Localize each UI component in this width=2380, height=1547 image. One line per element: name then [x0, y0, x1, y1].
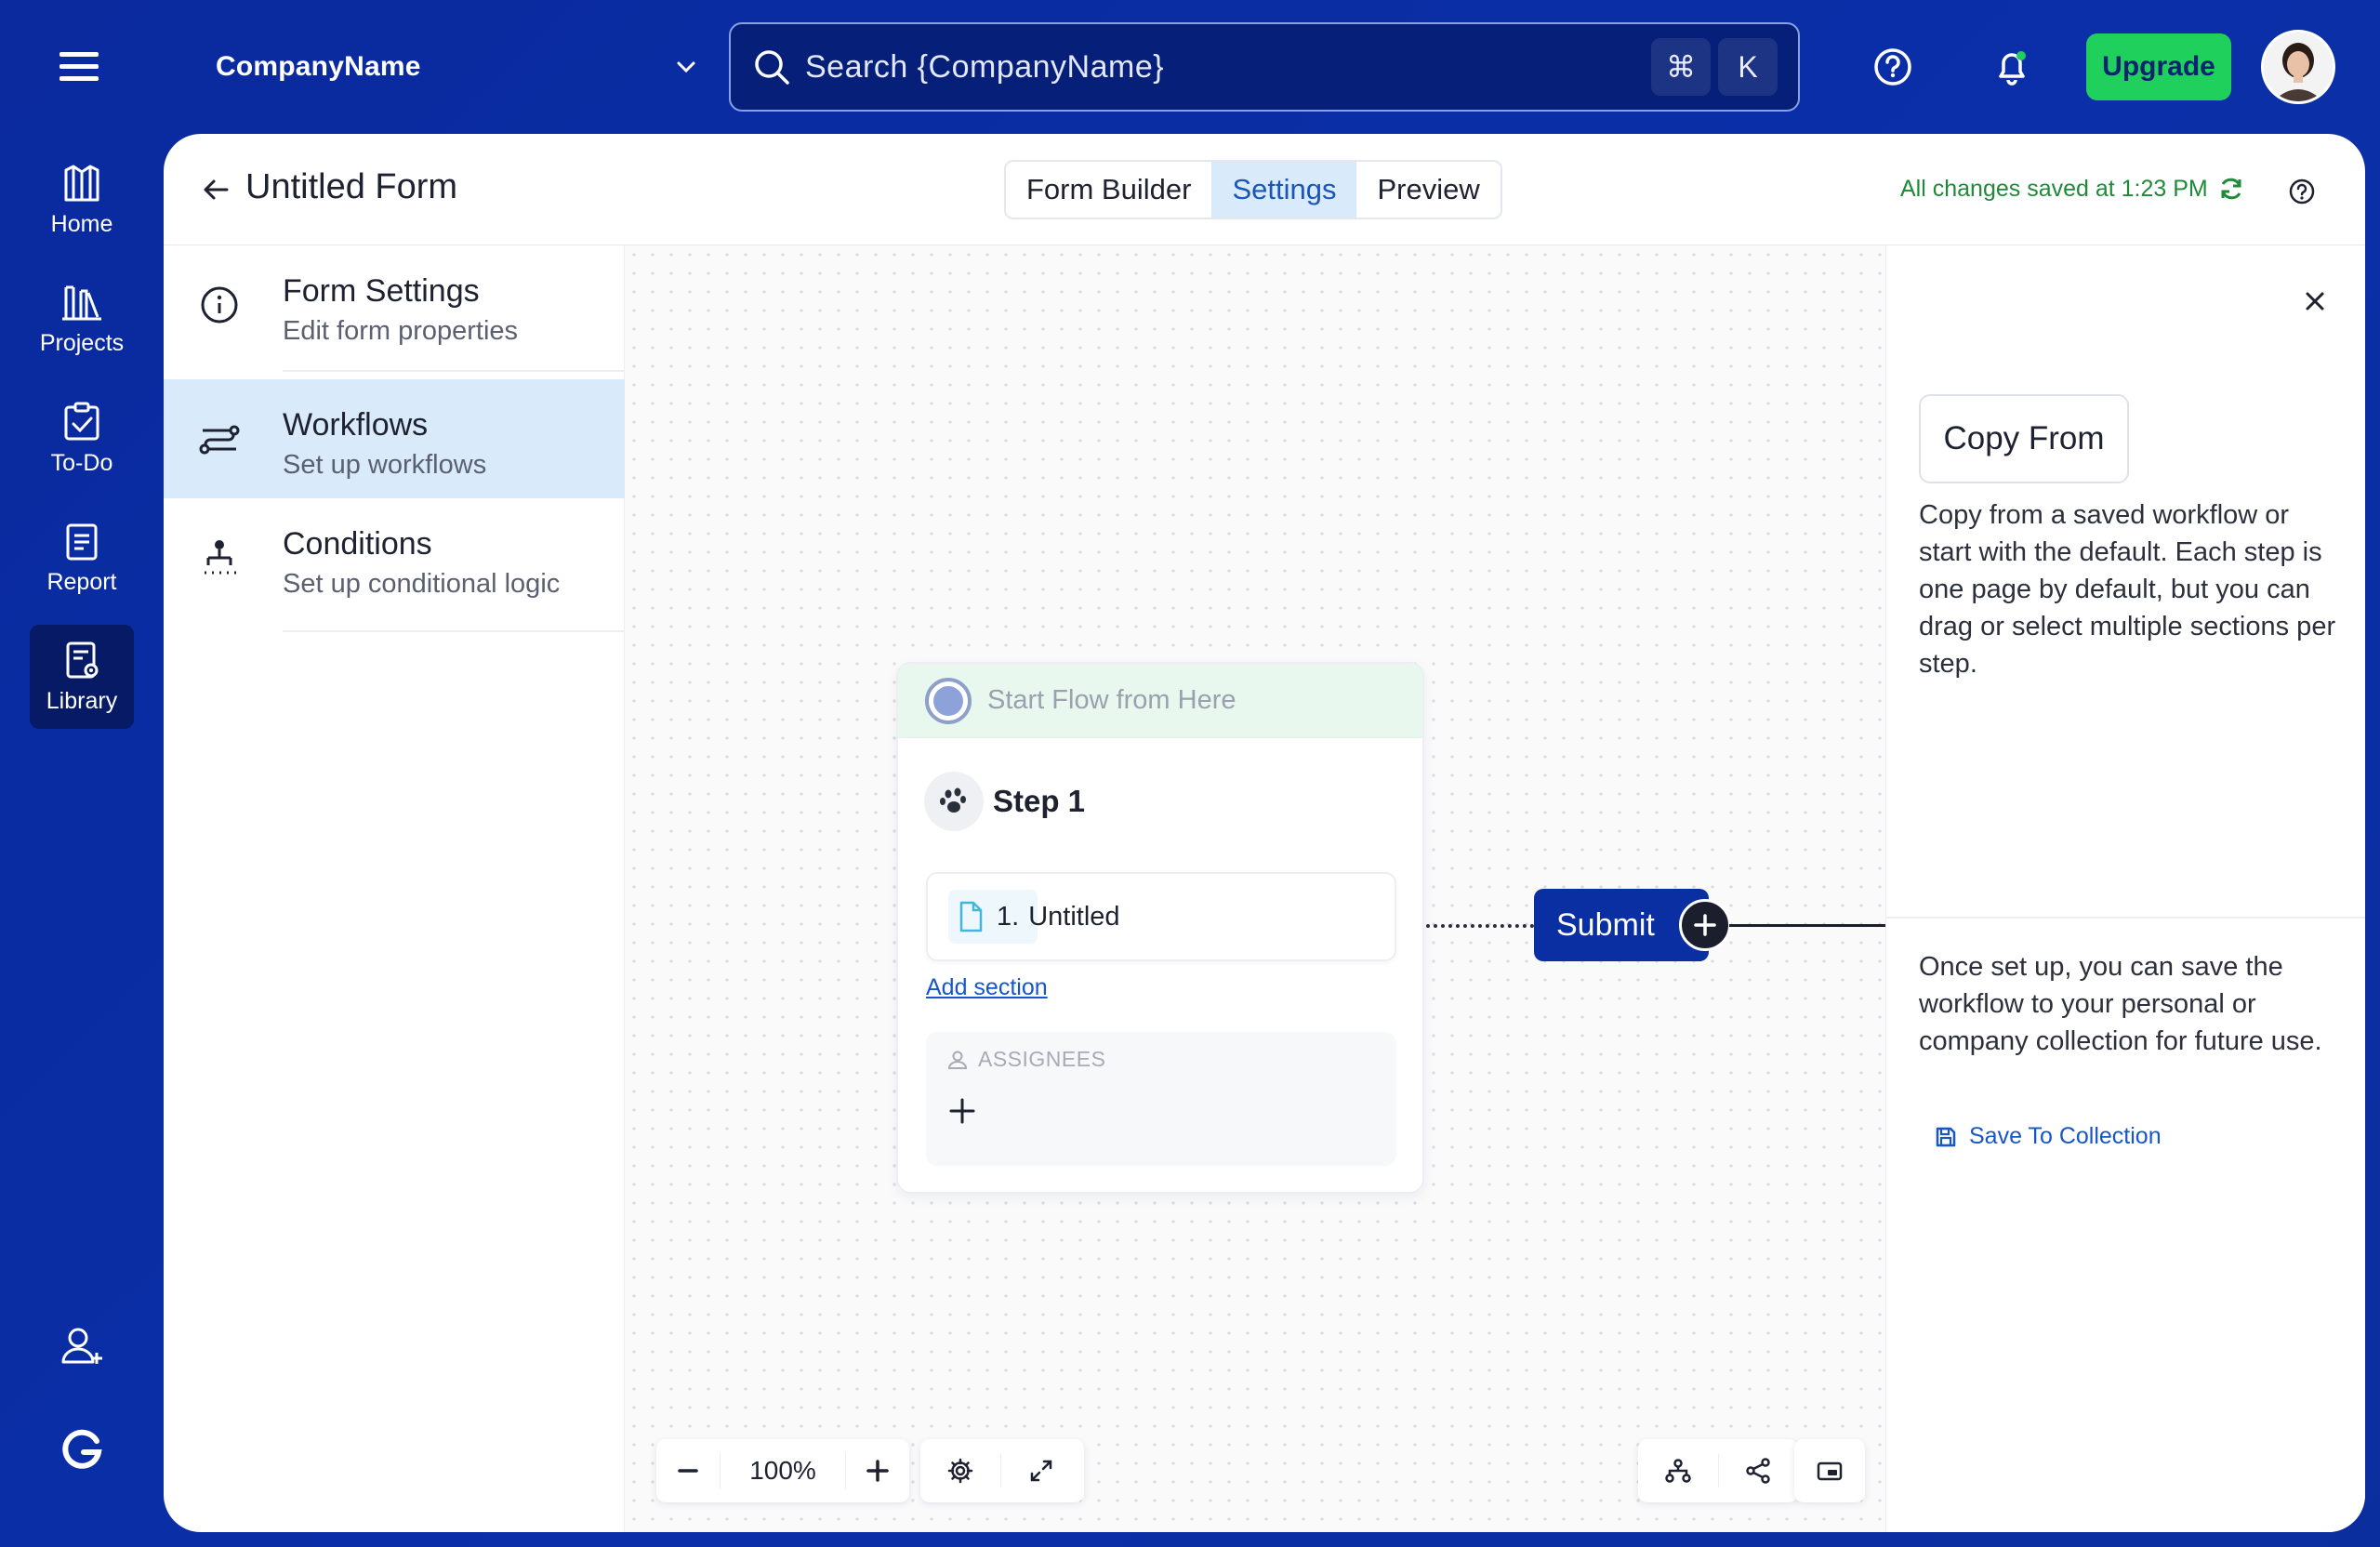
help-icon[interactable]	[1867, 41, 1919, 93]
settings-sidebar: Form Settings Edit form properties Workf…	[164, 245, 625, 1532]
company-selector[interactable]: CompanyName	[216, 45, 699, 89]
divider	[283, 370, 625, 372]
info-icon	[199, 284, 240, 325]
close-icon[interactable]	[2296, 283, 2334, 320]
divider	[283, 630, 625, 632]
chevron-down-icon	[673, 54, 699, 80]
copy-from-button[interactable]: Copy From	[1919, 394, 2129, 483]
start-flow-label: Start Flow from Here	[987, 685, 1236, 715]
company-name: CompanyName	[216, 51, 421, 82]
settings-item-title: Workflows	[283, 407, 429, 443]
step-title: Step 1	[993, 784, 1086, 818]
tab-preview[interactable]: Preview	[1356, 162, 1500, 218]
conditions-icon	[199, 537, 240, 578]
step-card[interactable]: Start Flow from Here Step 1 1. Untitled …	[896, 662, 1424, 1194]
add-step-icon[interactable]	[1679, 899, 1731, 951]
search-icon	[751, 46, 792, 87]
save-icon	[1934, 1125, 1958, 1149]
rail-item-home[interactable]: Home	[30, 149, 134, 253]
search-placeholder: Search {CompanyName}	[805, 48, 1165, 85]
canvas-tools	[920, 1439, 1084, 1502]
zoom-out-icon[interactable]	[656, 1439, 720, 1502]
assignees-label: ASSIGNEES	[978, 1047, 1106, 1071]
save-to-collection-label: Save To Collection	[1969, 1123, 2162, 1149]
tab-settings[interactable]: Settings	[1211, 162, 1357, 218]
step-header: Step 1	[924, 772, 1085, 831]
section-number: 1.	[997, 901, 1020, 932]
g-logo-icon	[30, 1398, 134, 1502]
save-to-collection-link[interactable]: Save To Collection	[1934, 1123, 2162, 1150]
menu-icon[interactable]	[56, 46, 108, 87]
save-status-text: All changes saved at 1:23 PM	[1900, 175, 2208, 202]
rail-item-projects[interactable]: Projects	[30, 268, 134, 372]
add-section-link[interactable]: Add section	[926, 974, 1048, 1001]
minimap-icon[interactable]	[1794, 1439, 1865, 1502]
main-card: Untitled Form Form Builder Settings Prev…	[164, 134, 2365, 1532]
save-status: All changes saved at 1:23 PM	[1900, 175, 2245, 203]
help-icon[interactable]	[2287, 177, 2317, 206]
avatar[interactable]	[2261, 30, 2335, 104]
document-icon	[948, 890, 1038, 944]
search-bar[interactable]: Search {CompanyName} ⌘ K	[729, 22, 1800, 112]
section-item[interactable]: 1. Untitled	[926, 872, 1396, 961]
assignees-header: ASSIGNEES	[946, 1047, 1105, 1072]
form-header: Untitled Form Form Builder Settings Prev…	[164, 134, 2365, 245]
add-user-icon[interactable]	[30, 1294, 134, 1398]
rail-label: Home	[50, 210, 113, 237]
assignees-box: ASSIGNEES	[926, 1032, 1396, 1166]
refresh-icon[interactable]	[2217, 175, 2245, 203]
zoom-in-icon[interactable]	[846, 1439, 909, 1502]
shortcut-key: K	[1718, 38, 1778, 96]
tab-form-builder[interactable]: Form Builder	[1006, 162, 1211, 218]
workflow-icon	[199, 418, 240, 459]
top-bar: CompanyName Search {CompanyName} ⌘ K Upg…	[0, 0, 2380, 134]
settings-item-subtitle: Set up conditional logic	[283, 569, 561, 599]
add-assignee-icon[interactable]	[946, 1095, 978, 1127]
home-icon	[60, 165, 103, 204]
start-flow-header[interactable]: Start Flow from Here	[898, 664, 1422, 738]
bell-icon[interactable]	[1986, 41, 2038, 93]
shortcut-modifier-key: ⌘	[1651, 38, 1711, 96]
settings-item-title: Conditions	[283, 526, 432, 562]
rail-label: Library	[46, 687, 118, 714]
save-description: Once set up, you can save the workflow t…	[1919, 952, 2322, 1056]
rail-item-todo[interactable]: To-Do	[30, 387, 134, 491]
library-icon	[60, 640, 103, 681]
projects-icon	[60, 284, 103, 323]
share-nodes-icon[interactable]	[1719, 1439, 1799, 1502]
minimap-toggle	[1794, 1439, 1865, 1502]
report-icon	[60, 521, 103, 562]
settings-item-conditions[interactable]: Conditions Set up conditional logic	[164, 498, 625, 617]
page-title: Untitled Form	[245, 167, 458, 206]
layout-tools	[1638, 1439, 1798, 1502]
settings-item-workflows[interactable]: Workflows Set up workflows	[164, 379, 625, 498]
back-arrow-icon[interactable]	[197, 171, 234, 208]
expand-icon[interactable]	[1001, 1439, 1081, 1502]
start-node-icon	[924, 677, 972, 725]
settings-item-form-settings[interactable]: Form Settings Edit form properties	[164, 245, 625, 364]
rail-label: To-Do	[50, 449, 113, 476]
rail-label: Report	[46, 568, 117, 595]
gear-icon[interactable]	[920, 1439, 1000, 1502]
divider	[1885, 917, 2365, 919]
view-tabs: Form Builder Settings Preview	[1004, 160, 1502, 219]
rail-item-report[interactable]: Report	[30, 506, 134, 610]
todo-icon	[60, 402, 103, 443]
rail-label: Projects	[39, 329, 125, 356]
rail-item-library[interactable]: Library	[30, 625, 134, 729]
settings-item-subtitle: Set up workflows	[283, 450, 487, 480]
tree-layout-icon[interactable]	[1638, 1439, 1718, 1502]
upgrade-button[interactable]: Upgrade	[2086, 33, 2231, 100]
zoom-controls: 100%	[656, 1439, 909, 1502]
submit-label: Submit	[1556, 906, 1655, 943]
settings-item-subtitle: Edit form properties	[283, 316, 519, 346]
user-icon	[946, 1049, 969, 1071]
paw-icon	[924, 772, 984, 831]
copy-description: Copy from a saved workflow or start with…	[1919, 500, 2336, 679]
flow-connector	[1426, 924, 1534, 928]
zoom-level: 100%	[720, 1452, 846, 1489]
flow-connector	[1729, 924, 1885, 927]
settings-item-title: Form Settings	[283, 273, 480, 309]
section-name: Untitled	[1028, 901, 1120, 932]
